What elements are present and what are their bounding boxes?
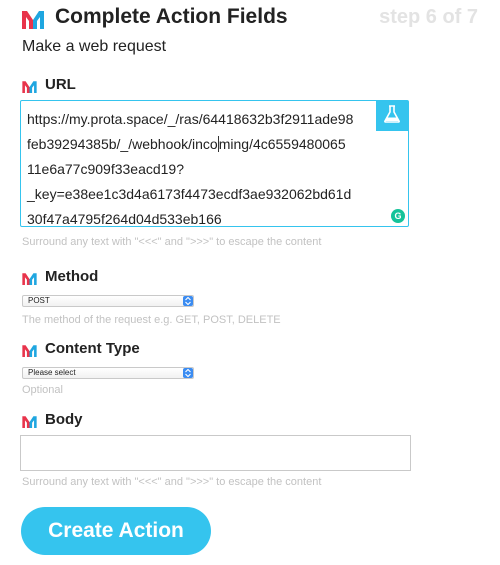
url-line: 11e6a77c909f33eacd19?: [27, 161, 185, 177]
maker-field-icon: [22, 272, 37, 285]
add-ingredient-button[interactable]: [376, 101, 408, 131]
select-arrows-icon: [183, 368, 193, 378]
method-select[interactable]: POST: [22, 295, 194, 307]
method-label-text: Method: [45, 268, 99, 285]
step-indicator: step 6 of 7: [379, 6, 478, 28]
body-input[interactable]: [20, 435, 411, 471]
page-title: Complete Action Fields: [55, 5, 288, 28]
page-header: Complete Action Fields step 6 of 7: [22, 4, 478, 34]
body-label-text: Body: [45, 411, 83, 428]
maker-field-icon: [22, 80, 37, 93]
content-type-help-text: Optional: [22, 384, 63, 396]
body-help-text: Surround any text with "<<<" and ">>>" t…: [22, 476, 322, 488]
maker-field-icon: [22, 344, 37, 357]
create-action-button[interactable]: Create Action: [21, 507, 211, 555]
method-help-text: The method of the request e.g. GET, POST…: [22, 314, 281, 326]
content-type-select[interactable]: Please select: [22, 367, 194, 379]
select-arrows-icon: [183, 296, 193, 306]
url-line: 30f47a4795f264d04d533eb166: [27, 211, 222, 227]
url-help-text: Surround any text with "<<<" and ">>>" t…: [22, 236, 322, 248]
url-label-text: URL: [45, 76, 76, 93]
maker-logo-icon: [22, 9, 44, 29]
action-subtitle: Make a web request: [22, 38, 167, 55]
url-line-with-caret: feb39294385b/_/webhook/incoming/4c655948…: [27, 136, 346, 152]
url-line: https://my.prota.space/_/ras/64418632b3f…: [27, 111, 354, 127]
maker-field-icon: [22, 415, 37, 428]
url-line: _key=e38ee1c3d4a6173f4473ecdf3ae932062bd…: [27, 186, 352, 202]
grammarly-icon[interactable]: G: [391, 209, 405, 223]
content-type-selected-value: Please select: [28, 368, 76, 377]
method-selected-value: POST: [28, 296, 50, 305]
flask-icon: [384, 104, 400, 128]
url-input[interactable]: https://my.prota.space/_/ras/64418632b3f…: [20, 100, 409, 227]
content-type-label-text: Content Type: [45, 340, 140, 357]
url-value[interactable]: https://my.prota.space/_/ras/64418632b3f…: [27, 107, 372, 232]
